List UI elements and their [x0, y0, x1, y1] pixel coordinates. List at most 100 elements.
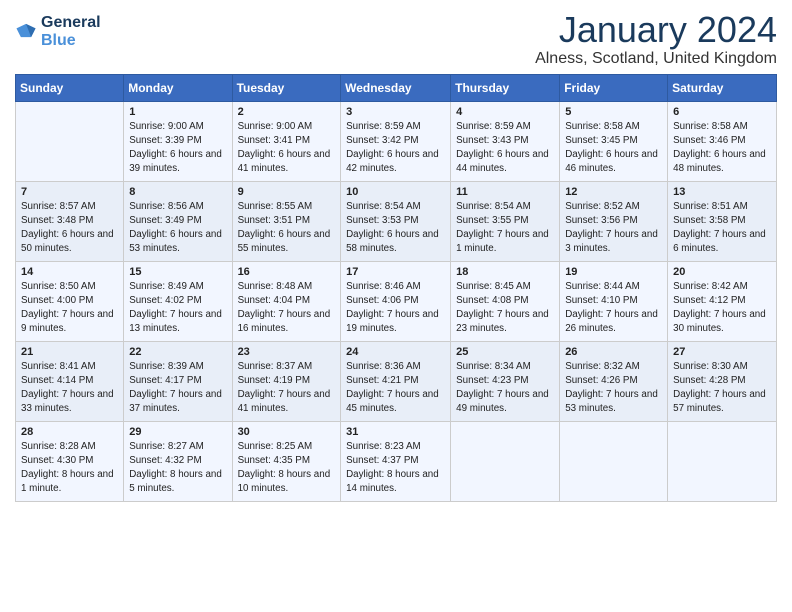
day-info: Sunrise: 8:28 AM Sunset: 4:30 PM Dayligh…	[21, 440, 118, 497]
day-number: 6	[673, 106, 771, 118]
day-info: Sunrise: 8:57 AM Sunset: 3:48 PM Dayligh…	[21, 200, 118, 257]
calendar-cell: 27 Sunrise: 8:30 AM Sunset: 4:28 PM Dayli…	[668, 341, 777, 421]
day-number: 2	[238, 106, 336, 118]
day-info: Sunrise: 8:49 AM Sunset: 4:02 PM Dayligh…	[129, 280, 226, 337]
calendar-week-row: 7 Sunrise: 8:57 AM Sunset: 3:48 PM Daylig…	[16, 181, 777, 261]
day-info: Sunrise: 8:48 AM Sunset: 4:04 PM Dayligh…	[238, 280, 336, 337]
day-number: 4	[456, 106, 554, 118]
day-info: Sunrise: 8:41 AM Sunset: 4:14 PM Dayligh…	[21, 360, 118, 417]
day-number: 13	[673, 186, 771, 198]
calendar-cell: 11 Sunrise: 8:54 AM Sunset: 3:55 PM Dayli…	[451, 181, 560, 261]
day-number: 1	[129, 106, 226, 118]
day-info: Sunrise: 8:37 AM Sunset: 4:19 PM Dayligh…	[238, 360, 336, 417]
calendar-cell	[16, 101, 124, 181]
day-info: Sunrise: 8:56 AM Sunset: 3:49 PM Dayligh…	[129, 200, 226, 257]
day-number: 18	[456, 266, 554, 278]
calendar-cell: 28Sunrise: 8:28 AM Sunset: 4:30 PM Dayli…	[16, 421, 124, 501]
calendar-cell	[451, 421, 560, 501]
day-number: 11	[456, 186, 554, 198]
day-info: Sunrise: 8:23 AM Sunset: 4:37 PM Dayligh…	[346, 440, 445, 497]
day-info: Sunrise: 8:36 AM Sunset: 4:21 PM Dayligh…	[346, 360, 445, 417]
day-info: Sunrise: 8:32 AM Sunset: 4:26 PM Dayligh…	[565, 360, 662, 417]
day-info: Sunrise: 8:44 AM Sunset: 4:10 PM Dayligh…	[565, 280, 662, 337]
calendar-cell: 22 Sunrise: 8:39 AM Sunset: 4:17 PM Dayli…	[124, 341, 232, 421]
month-title: January 2024	[535, 10, 777, 50]
day-number: 27	[673, 346, 771, 358]
day-number: 29	[129, 426, 226, 438]
calendar-cell: 30 Sunrise: 8:25 AM Sunset: 4:35 PM Dayli…	[232, 421, 341, 501]
day-number: 5	[565, 106, 662, 118]
day-info: Sunrise: 8:46 AM Sunset: 4:06 PM Dayligh…	[346, 280, 445, 337]
day-number: 23	[238, 346, 336, 358]
calendar-cell: 19 Sunrise: 8:44 AM Sunset: 4:10 PM Dayli…	[560, 261, 668, 341]
day-number: 30	[238, 426, 336, 438]
calendar-cell: 23 Sunrise: 8:37 AM Sunset: 4:19 PM Dayli…	[232, 341, 341, 421]
calendar-cell: 17 Sunrise: 8:46 AM Sunset: 4:06 PM Dayli…	[341, 261, 451, 341]
day-info: Sunrise: 8:52 AM Sunset: 3:56 PM Dayligh…	[565, 200, 662, 257]
weekday-header: Thursday	[451, 74, 560, 101]
calendar-header: SundayMondayTuesdayWednesdayThursdayFrid…	[16, 74, 777, 101]
calendar-cell: 18 Sunrise: 8:45 AM Sunset: 4:08 PM Dayli…	[451, 261, 560, 341]
day-info: Sunrise: 8:54 AM Sunset: 3:53 PM Dayligh…	[346, 200, 445, 257]
calendar-cell: 2 Sunrise: 9:00 AM Sunset: 3:41 PM Daylig…	[232, 101, 341, 181]
calendar-cell: 6 Sunrise: 8:58 AM Sunset: 3:46 PM Daylig…	[668, 101, 777, 181]
calendar-cell: 7 Sunrise: 8:57 AM Sunset: 3:48 PM Daylig…	[16, 181, 124, 261]
day-number: 12	[565, 186, 662, 198]
calendar-cell: 8Sunrise: 8:56 AM Sunset: 3:49 PM Daylig…	[124, 181, 232, 261]
day-number: 31	[346, 426, 445, 438]
calendar-cell: 14Sunrise: 8:50 AM Sunset: 4:00 PM Dayli…	[16, 261, 124, 341]
day-number: 22	[129, 346, 226, 358]
day-number: 19	[565, 266, 662, 278]
day-number: 7	[21, 186, 118, 198]
day-info: Sunrise: 8:59 AM Sunset: 3:43 PM Dayligh…	[456, 120, 554, 177]
day-number: 16	[238, 266, 336, 278]
day-number: 9	[238, 186, 336, 198]
weekday-header: Sunday	[16, 74, 124, 101]
calendar-table: SundayMondayTuesdayWednesdayThursdayFrid…	[15, 74, 777, 502]
calendar-cell: 26 Sunrise: 8:32 AM Sunset: 4:26 PM Dayli…	[560, 341, 668, 421]
calendar-week-row: 1 Sunrise: 9:00 AM Sunset: 3:39 PM Daylig…	[16, 101, 777, 181]
calendar-cell: 16 Sunrise: 8:48 AM Sunset: 4:04 PM Dayli…	[232, 261, 341, 341]
day-info: Sunrise: 8:27 AM Sunset: 4:32 PM Dayligh…	[129, 440, 226, 497]
calendar-cell: 5 Sunrise: 8:58 AM Sunset: 3:45 PM Daylig…	[560, 101, 668, 181]
calendar-week-row: 21 Sunrise: 8:41 AM Sunset: 4:14 PM Dayli…	[16, 341, 777, 421]
calendar-cell	[560, 421, 668, 501]
day-info: Sunrise: 8:30 AM Sunset: 4:28 PM Dayligh…	[673, 360, 771, 417]
logo-icon	[15, 21, 37, 43]
day-number: 3	[346, 106, 445, 118]
calendar-cell: 31 Sunrise: 8:23 AM Sunset: 4:37 PM Dayli…	[341, 421, 451, 501]
day-info: Sunrise: 8:58 AM Sunset: 3:46 PM Dayligh…	[673, 120, 771, 177]
calendar-cell: 4 Sunrise: 8:59 AM Sunset: 3:43 PM Daylig…	[451, 101, 560, 181]
weekday-header: Wednesday	[341, 74, 451, 101]
day-number: 25	[456, 346, 554, 358]
calendar-cell: 15Sunrise: 8:49 AM Sunset: 4:02 PM Dayli…	[124, 261, 232, 341]
day-number: 21	[21, 346, 118, 358]
day-info: Sunrise: 8:54 AM Sunset: 3:55 PM Dayligh…	[456, 200, 554, 257]
weekday-header: Friday	[560, 74, 668, 101]
day-info: Sunrise: 8:25 AM Sunset: 4:35 PM Dayligh…	[238, 440, 336, 497]
calendar-cell: 24 Sunrise: 8:36 AM Sunset: 4:21 PM Dayli…	[341, 341, 451, 421]
day-info: Sunrise: 8:50 AM Sunset: 4:00 PM Dayligh…	[21, 280, 118, 337]
day-info: Sunrise: 8:59 AM Sunset: 3:42 PM Dayligh…	[346, 120, 445, 177]
logo-text: General Blue	[41, 14, 101, 50]
day-info: Sunrise: 8:58 AM Sunset: 3:45 PM Dayligh…	[565, 120, 662, 177]
day-info: Sunrise: 8:55 AM Sunset: 3:51 PM Dayligh…	[238, 200, 336, 257]
day-info: Sunrise: 8:39 AM Sunset: 4:17 PM Dayligh…	[129, 360, 226, 417]
calendar-cell: 13 Sunrise: 8:51 AM Sunset: 3:58 PM Dayli…	[668, 181, 777, 261]
day-number: 17	[346, 266, 445, 278]
weekday-header: Tuesday	[232, 74, 341, 101]
day-info: Sunrise: 9:00 AM Sunset: 3:41 PM Dayligh…	[238, 120, 336, 177]
day-info: Sunrise: 8:34 AM Sunset: 4:23 PM Dayligh…	[456, 360, 554, 417]
day-info: Sunrise: 8:51 AM Sunset: 3:58 PM Dayligh…	[673, 200, 771, 257]
day-info: Sunrise: 8:45 AM Sunset: 4:08 PM Dayligh…	[456, 280, 554, 337]
calendar-cell: 29 Sunrise: 8:27 AM Sunset: 4:32 PM Dayli…	[124, 421, 232, 501]
page-header: General Blue January 2024 Alness, Scotla…	[15, 10, 777, 68]
calendar-cell: 20Sunrise: 8:42 AM Sunset: 4:12 PM Dayli…	[668, 261, 777, 341]
title-block: January 2024 Alness, Scotland, United Ki…	[535, 10, 777, 68]
day-number: 24	[346, 346, 445, 358]
day-number: 26	[565, 346, 662, 358]
day-number: 10	[346, 186, 445, 198]
day-info: Sunrise: 9:00 AM Sunset: 3:39 PM Dayligh…	[129, 120, 226, 177]
location: Alness, Scotland, United Kingdom	[535, 50, 777, 68]
logo: General Blue	[15, 14, 101, 50]
